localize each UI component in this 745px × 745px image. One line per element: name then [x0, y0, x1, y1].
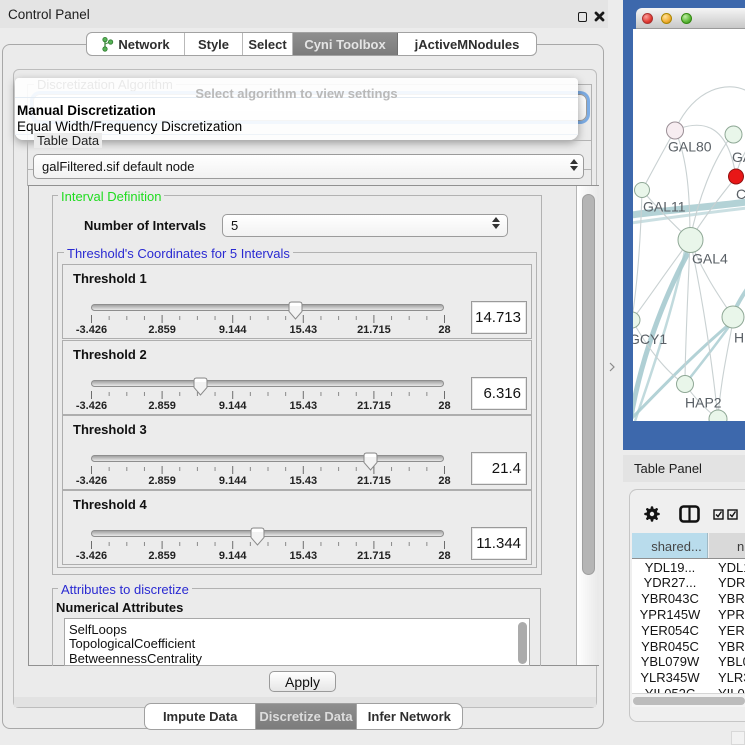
svg-text:C: C [736, 186, 745, 202]
svg-text:H: H [734, 330, 744, 346]
svg-text:GAL80: GAL80 [668, 139, 712, 155]
svg-text:GA: GA [732, 149, 745, 165]
svg-text:GCY1: GCY1 [633, 331, 667, 347]
svg-text:HAP2: HAP2 [685, 395, 722, 411]
svg-text:GAL11: GAL11 [643, 199, 686, 215]
svg-text:GAL4: GAL4 [692, 251, 728, 267]
